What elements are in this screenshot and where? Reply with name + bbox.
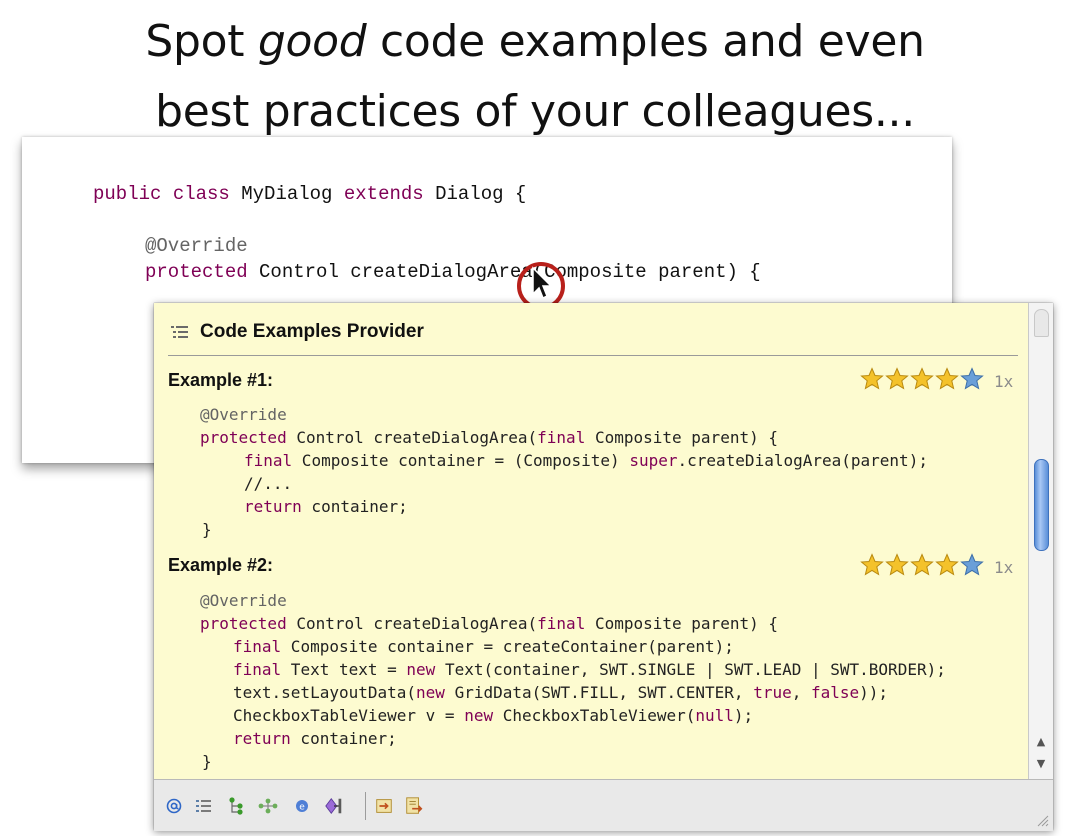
at-icon[interactable] <box>164 796 184 816</box>
code-line: final Composite container = (Composite) … <box>244 451 928 470</box>
code-line: //... <box>244 474 293 493</box>
editor-line-class-decl: public class MyDialog extends Dialog { <box>93 183 527 205</box>
headline-line-2: best practices of your colleagues... <box>155 86 915 137</box>
scroll-down-arrow-icon[interactable]: ▼ <box>1033 755 1049 773</box>
resize-grip-icon[interactable] <box>1035 813 1049 827</box>
export-icon[interactable] <box>404 796 424 816</box>
toolbar-separator <box>365 792 366 820</box>
code-line: CheckboxTableViewer v = new CheckboxTabl… <box>233 706 754 725</box>
branch-icon[interactable] <box>258 796 278 816</box>
scrollbar-thumb[interactable] <box>1034 459 1049 551</box>
example-1-rating[interactable]: 1x <box>860 367 1013 395</box>
code-line: } <box>202 520 212 539</box>
diamond-arrow-icon[interactable] <box>324 796 344 816</box>
title-divider <box>168 355 1018 356</box>
star-rating-icon[interactable] <box>860 553 984 581</box>
svg-text:e: e <box>299 803 305 813</box>
editor-line-method-decl: protected Control createDialogArea(Compo… <box>145 261 761 283</box>
popup-toolbar: e <box>154 779 1053 831</box>
vertical-scrollbar[interactable]: ▲ ▼ <box>1028 303 1053 779</box>
example-2-label: Example #2: <box>168 555 274 575</box>
code-line: text.setLayoutData(new GridData(SWT.FILL… <box>233 683 889 702</box>
hierarchy-icon[interactable] <box>226 796 246 816</box>
code-line: protected Control createDialogArea(final… <box>200 428 778 447</box>
code-line: } <box>202 752 212 771</box>
headline-line-1: Spot good code examples and even <box>145 16 925 67</box>
import-icon[interactable] <box>374 796 394 816</box>
example-2-rating[interactable]: 1x <box>860 553 1013 581</box>
code-line: final Composite container = createContai… <box>233 637 734 656</box>
code-line: protected Control createDialogArea(final… <box>200 614 778 633</box>
scroll-up-arrow-icon[interactable]: ▲ <box>1033 733 1049 751</box>
circle-e-icon[interactable]: e <box>292 796 312 816</box>
code-line: return container; <box>244 497 408 516</box>
star-rating-icon[interactable] <box>860 367 984 395</box>
code-line: return container; <box>233 729 397 748</box>
code-line: @Override <box>200 405 287 424</box>
rating-count: 1x <box>994 371 1014 391</box>
rating-count: 1x <box>994 557 1014 577</box>
popup-title: Code Examples Provider <box>200 321 424 342</box>
code-line: @Override <box>200 591 287 610</box>
editor-line-annotation: @Override <box>145 235 248 257</box>
code-line: final Text text = new Text(container, SW… <box>233 660 946 679</box>
scrollbar-cap <box>1034 309 1049 337</box>
list-icon[interactable] <box>194 796 214 816</box>
example-1-label: Example #1: <box>168 370 274 390</box>
code-examples-popup[interactable]: Code Examples Provider Example #1: 1x @O… <box>154 303 1053 831</box>
outline-list-icon <box>171 326 188 338</box>
